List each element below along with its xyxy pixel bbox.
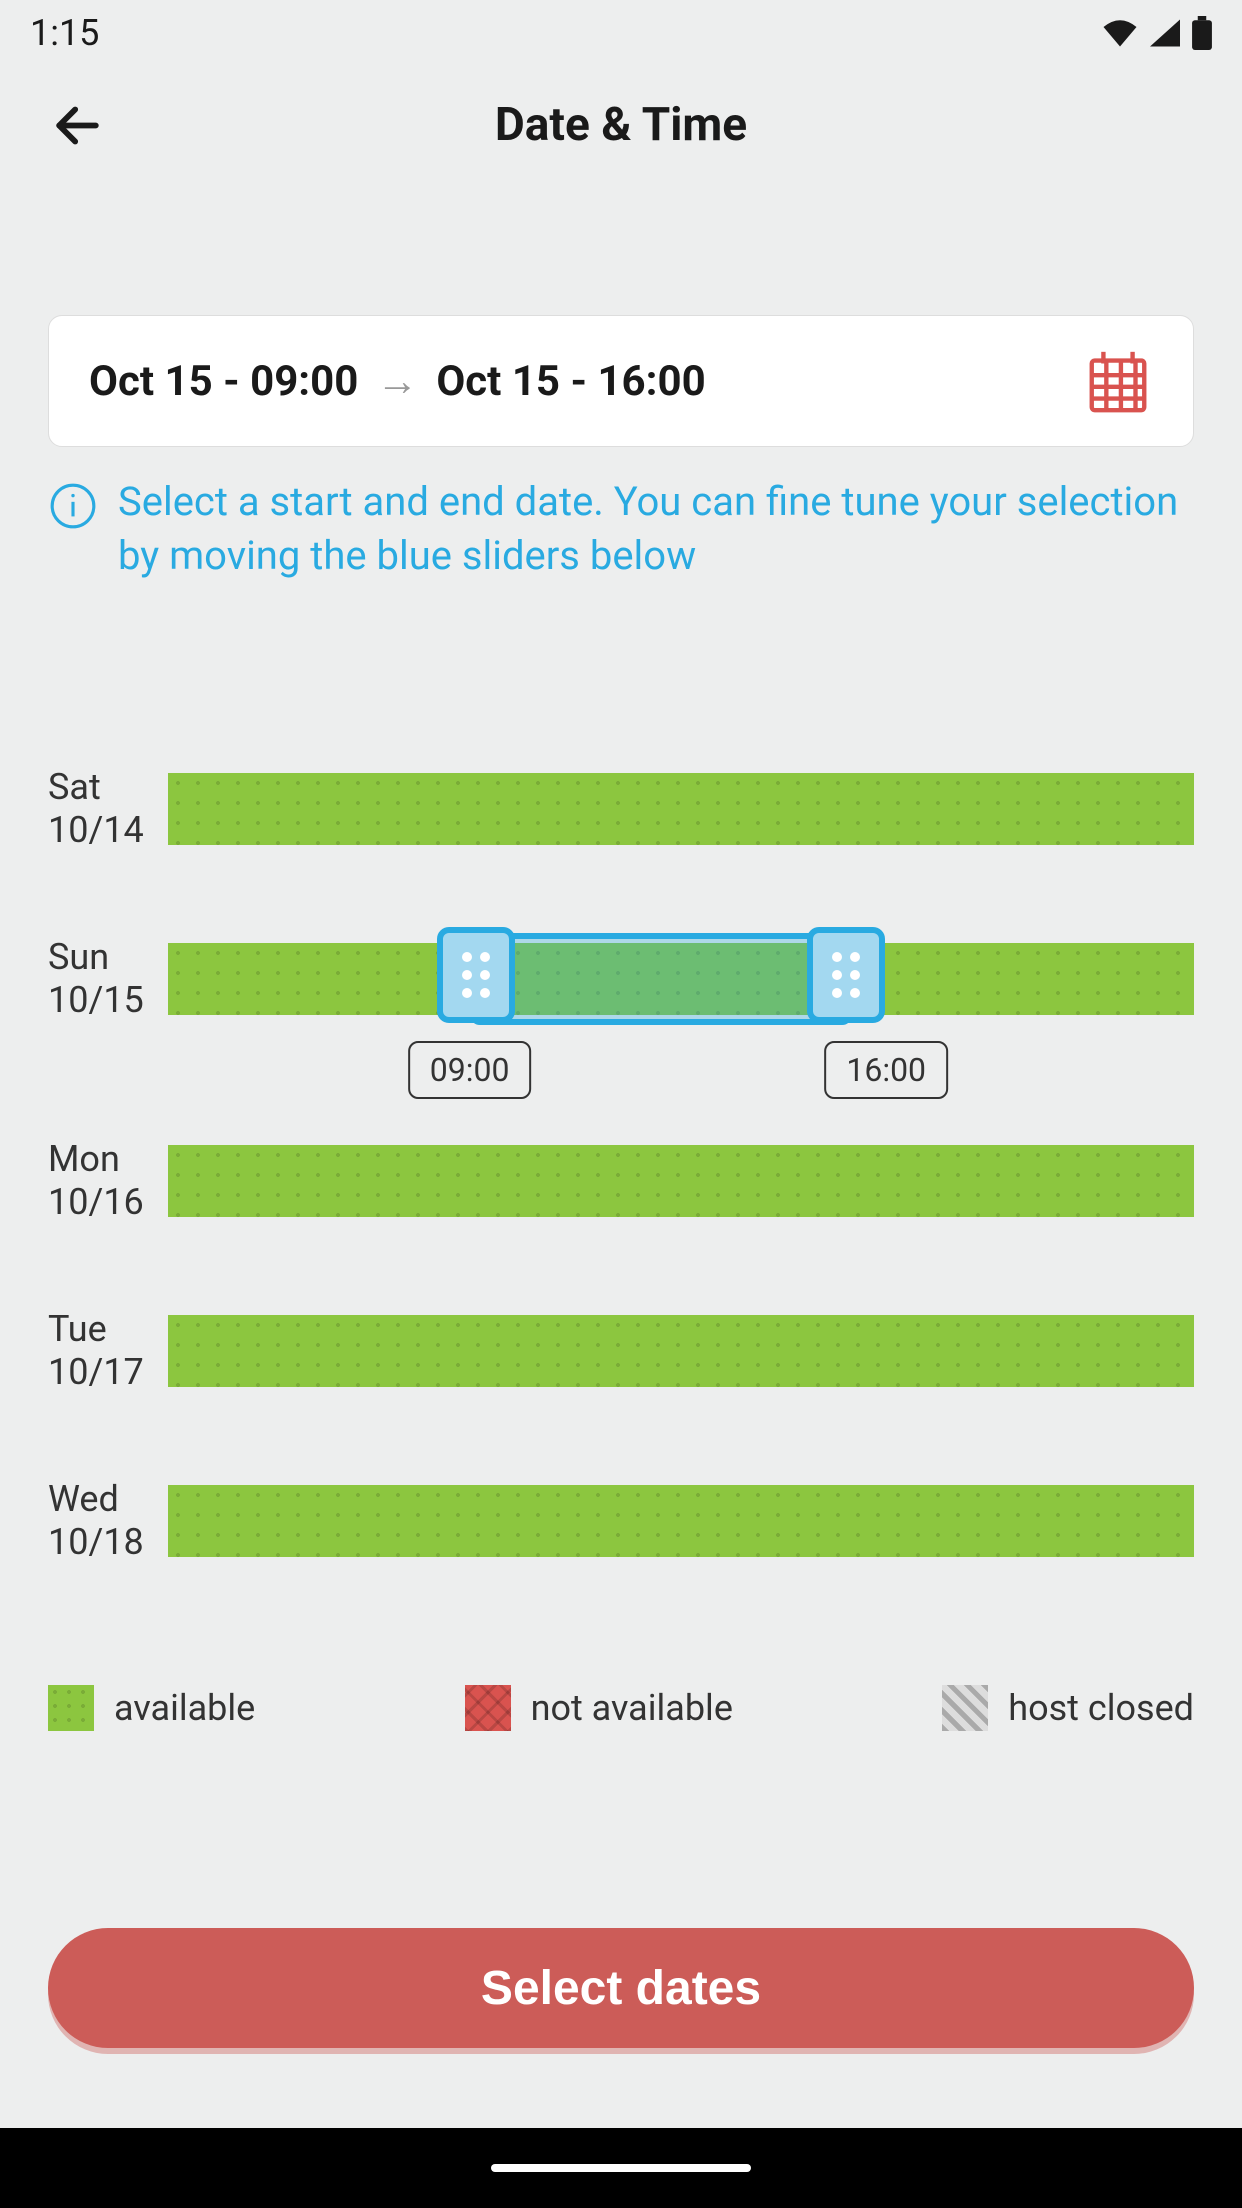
availability-bar[interactable] [168, 1145, 1194, 1217]
end-time-label: 16:00 [824, 1041, 948, 1099]
day-label: Sun 10/15 [48, 936, 168, 1022]
schedule: Sat 10/14 Sun 10/15 09:00 16:00 [0, 773, 1242, 1557]
calendar-icon [1083, 346, 1153, 416]
system-nav-bar [0, 2128, 1242, 2208]
availability-bar[interactable] [168, 1485, 1194, 1557]
arrow-left-icon [50, 98, 105, 153]
start-time-label: 09:00 [408, 1041, 532, 1099]
info-row: Select a start and end date. You can fin… [0, 447, 1242, 583]
day-row: Tue 10/17 [48, 1315, 1194, 1387]
status-time: 1:15 [30, 12, 99, 54]
grip-icon [462, 952, 490, 998]
day-date: 10/14 [48, 809, 168, 852]
back-button[interactable] [50, 98, 105, 153]
legend-label: available [114, 1687, 255, 1729]
date-range-text: Oct 15 - 09:00 → Oct 15 - 16:00 [89, 357, 706, 406]
arrow-right-icon: → [376, 357, 418, 406]
availability-bar[interactable]: 09:00 16:00 [168, 943, 1194, 1015]
slider-start-handle[interactable] [437, 927, 515, 1023]
day-date: 10/17 [48, 1351, 168, 1394]
day-label: Wed 10/18 [48, 1478, 168, 1564]
day-date: 10/15 [48, 979, 168, 1022]
slider-end-handle[interactable] [807, 927, 885, 1023]
legend-not-available: not available [465, 1685, 733, 1731]
day-dow: Tue [48, 1308, 168, 1351]
day-dow: Sat [48, 766, 168, 809]
info-icon [48, 481, 98, 531]
grip-icon [832, 952, 860, 998]
day-dow: Mon [48, 1138, 168, 1181]
day-date: 10/18 [48, 1521, 168, 1564]
day-dow: Wed [48, 1478, 168, 1521]
day-row: Sat 10/14 [48, 773, 1194, 845]
legend-label: host closed [1008, 1687, 1194, 1729]
availability-bar[interactable] [168, 1315, 1194, 1387]
select-dates-button[interactable]: Select dates [48, 1928, 1194, 2048]
day-label: Mon 10/16 [48, 1138, 168, 1224]
legend-available: available [48, 1685, 255, 1731]
date-range-end: Oct 15 - 16:00 [436, 357, 705, 406]
home-indicator[interactable] [491, 2164, 751, 2172]
header: Date & Time [0, 65, 1242, 185]
host-closed-swatch-icon [942, 1685, 988, 1731]
wifi-icon [1102, 19, 1138, 47]
day-row: Wed 10/18 [48, 1485, 1194, 1557]
availability-bar[interactable] [168, 773, 1194, 845]
status-icons [1102, 16, 1212, 50]
date-range-start: Oct 15 - 09:00 [89, 357, 358, 406]
battery-icon [1192, 16, 1212, 50]
day-row: Sun 10/15 09:00 16:00 [48, 943, 1194, 1015]
available-swatch-icon [48, 1685, 94, 1731]
time-selection[interactable] [470, 933, 853, 1025]
available-segment [168, 1145, 1194, 1217]
info-text: Select a start and end date. You can fin… [118, 475, 1194, 583]
page-title: Date & Time [48, 98, 1194, 152]
date-range-picker[interactable]: Oct 15 - 09:00 → Oct 15 - 16:00 [48, 315, 1194, 447]
cellular-icon [1150, 19, 1180, 47]
legend-host-closed: host closed [942, 1685, 1194, 1731]
not-available-swatch-icon [465, 1685, 511, 1731]
day-label: Tue 10/17 [48, 1308, 168, 1394]
day-row: Mon 10/16 [48, 1145, 1194, 1217]
legend: available not available host closed [0, 1655, 1242, 1731]
day-date: 10/16 [48, 1181, 168, 1224]
day-label: Sat 10/14 [48, 766, 168, 852]
available-segment [168, 1315, 1194, 1387]
status-bar: 1:15 [0, 0, 1242, 65]
day-dow: Sun [48, 936, 168, 979]
available-segment [168, 773, 1194, 845]
legend-label: not available [531, 1687, 733, 1729]
available-segment [168, 1485, 1194, 1557]
